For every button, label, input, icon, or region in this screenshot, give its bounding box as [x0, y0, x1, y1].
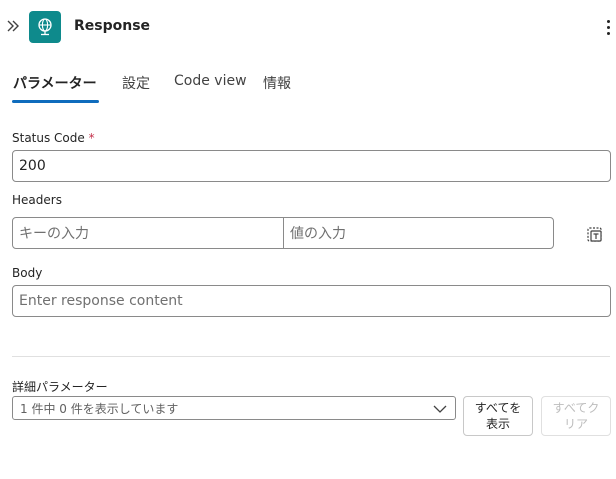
chevron-down-icon [433, 405, 447, 413]
switch-to-text-mode-button[interactable] [586, 225, 604, 243]
switch-to-text-mode-icon [587, 227, 602, 242]
section-divider [12, 356, 610, 357]
tab-parameters[interactable]: パラメーター [13, 73, 97, 93]
tab-about[interactable]: 情報 [263, 73, 291, 93]
status-code-input[interactable]: 200 [12, 150, 611, 182]
header-value-input[interactable]: 値の入力 [283, 217, 554, 249]
show-all-button[interactable]: すべてを 表示 [463, 396, 533, 436]
collapse-panel-button[interactable] [4, 16, 22, 36]
globe-icon [38, 18, 52, 36]
active-tab-indicator [12, 100, 99, 103]
body-label: Body [12, 266, 43, 280]
more-options-button[interactable] [602, 16, 614, 38]
advanced-parameters-dropdown[interactable]: 1 件中 0 件を表示しています [12, 396, 456, 420]
body-input[interactable]: Enter response content [12, 285, 611, 317]
header-key-input[interactable]: キーの入力 [12, 217, 284, 249]
chevron-double-right-icon [7, 20, 19, 32]
action-title: Response [74, 18, 151, 34]
headers-label: Headers [12, 193, 62, 207]
clear-all-button[interactable]: すべてク リア [541, 396, 611, 436]
required-indicator: * [88, 131, 95, 145]
status-code-label: Status Code * [12, 131, 95, 145]
tab-code-view[interactable]: Code view [174, 73, 247, 89]
more-vertical-icon [606, 19, 610, 23]
advanced-parameters-label: 詳細パラメーター [12, 380, 108, 394]
action-icon-tile [29, 11, 61, 43]
tab-settings[interactable]: 設定 [122, 73, 150, 93]
